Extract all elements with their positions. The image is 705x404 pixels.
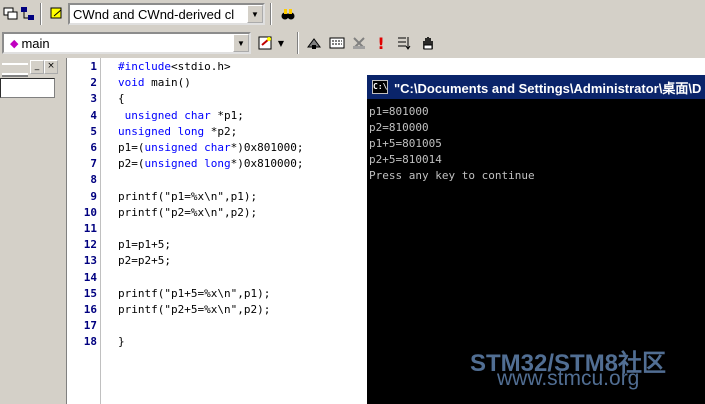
line-number: 6 [90, 141, 97, 154]
console-line: p1=801000 [369, 105, 429, 118]
line-number: 17 [83, 319, 97, 333]
code-line: void main() [118, 76, 191, 90]
code-line: p1=(unsigned char*)0x801000; [118, 141, 304, 154]
gripper-icon[interactable] [2, 63, 28, 75]
code-line: p1=p1+5; [118, 238, 171, 252]
code-line: p2=p2+5; [118, 254, 171, 268]
keyword-token: unsigned [144, 141, 198, 154]
minimize-pane-icon[interactable]: _ [30, 60, 44, 74]
member-combo[interactable]: ◆ main ▼ [2, 32, 251, 54]
line-number: 3 [90, 92, 97, 106]
workspace-caption: _ × [0, 60, 64, 75]
code-line: p2=(unsigned long*)0x810000; [118, 157, 304, 171]
toolbar-separator [40, 3, 42, 25]
line-number: 4 [90, 108, 97, 122]
stop-build-icon[interactable] [348, 32, 370, 54]
workspace-pane: _ × [0, 58, 67, 404]
code-line: #include<stdio.h> [118, 60, 231, 73]
code-line: } [118, 335, 125, 349]
toolbar-top: CWnd and CWnd-derived cl ▼ [0, 0, 705, 30]
line-number: 8 [90, 173, 97, 187]
console-line: Press any key to continue [369, 169, 535, 182]
chevron-down-icon[interactable]: ▼ [233, 34, 249, 52]
toolbar-separator [297, 32, 299, 54]
class-combo[interactable]: CWnd and CWnd-derived cl ▼ [68, 3, 265, 25]
line-number: 11 [83, 222, 97, 235]
line-number: 5 [90, 124, 97, 138]
console-line: p2+5=810014 [369, 153, 442, 166]
chevron-down-icon[interactable]: ▼ [247, 5, 263, 23]
console-title-bar[interactable]: C:\ "C:\Documents and Settings\Administr… [367, 75, 705, 99]
code-line: unsigned long *p2; [118, 124, 238, 138]
code-line: unsigned char *p1; [124, 108, 244, 122]
toolbar-second: ◆ main ▼ ▼ ! [0, 29, 705, 59]
line-number-gutter: 1 2 3 4 5 6 7 8 9 10 11 12 13 14 15 16 17 18 [67, 58, 101, 404]
hand-icon[interactable] [417, 32, 439, 54]
console-line: p2=810000 [369, 121, 429, 134]
line-number: 9 [90, 189, 97, 203]
keyword-token: #include [118, 60, 171, 73]
compile-icon[interactable] [303, 32, 325, 54]
keyword-token: char [204, 141, 231, 154]
code-line: printf("p2=%x\n",p2); [118, 205, 258, 219]
line-number: 16 [83, 303, 97, 316]
go-icon[interactable] [393, 32, 415, 54]
dropdown-arrow-icon[interactable]: ▼ [274, 32, 288, 54]
build-icon[interactable] [326, 32, 348, 54]
line-number: 18 [83, 335, 97, 349]
line-number: 2 [90, 76, 97, 90]
console-line: p1+5=801005 [369, 137, 442, 150]
code-line: { [118, 92, 125, 106]
keyword-token: long [177, 124, 205, 138]
binoculars-icon[interactable] [277, 3, 299, 25]
class-tree-icon[interactable] [17, 3, 39, 25]
wizardbar-icon[interactable] [46, 3, 68, 25]
line-number: 10 [83, 205, 97, 219]
line-number: 1 [90, 60, 97, 73]
keyword-token: char [184, 108, 211, 122]
code-line: printf("p2+5=%x\n",p2); [118, 303, 271, 316]
member-combo-value: main [21, 35, 50, 51]
close-pane-icon[interactable]: × [44, 60, 58, 74]
console-title: "C:\Documents and Settings\Administrator… [394, 80, 702, 96]
keyword-token: unsigned [124, 108, 178, 122]
workspace-tree[interactable] [0, 78, 55, 98]
code-line: printf("p1+5=%x\n",p1); [118, 286, 271, 300]
keyword-token: unsigned [144, 157, 198, 171]
watermark-url: www.stmcu.org [497, 367, 640, 390]
toolbar-separator [270, 3, 272, 25]
function-icon: ◆ [10, 37, 19, 50]
line-number: 13 [83, 254, 97, 268]
line-number: 14 [83, 270, 97, 284]
line-number: 12 [83, 238, 97, 252]
class-combo-value: CWnd and CWnd-derived cl [73, 6, 235, 22]
keyword-token: void [118, 76, 145, 90]
keyword-token: long [204, 157, 231, 171]
line-number: 7 [90, 157, 97, 171]
code-line: printf("p1=%x\n",p1); [118, 189, 258, 203]
execute-icon[interactable]: ! [370, 32, 392, 54]
keyword-token: unsigned [118, 124, 171, 138]
line-number: 15 [83, 286, 97, 300]
console-icon: C:\ [372, 80, 388, 94]
